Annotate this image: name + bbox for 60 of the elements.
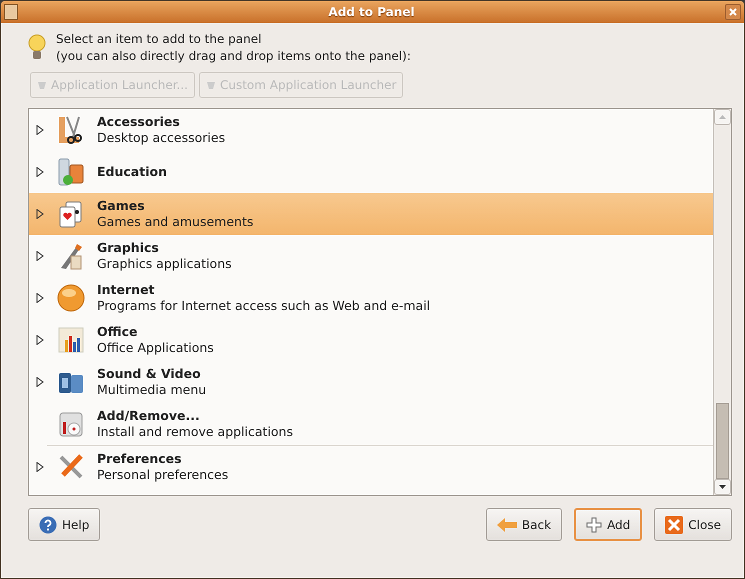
item-description: Personal preferences: [97, 467, 228, 483]
tools-icon: [57, 453, 85, 481]
item-description: Install and remove applications: [97, 424, 293, 440]
list-item[interactable]: Graphics Graphics applications: [29, 235, 713, 277]
item-description: Graphics applications: [97, 256, 232, 272]
scrollbar-thumb[interactable]: [716, 403, 729, 479]
list-item[interactable]: Add/Remove... Install and remove applications: [29, 403, 713, 445]
item-name: Internet: [97, 282, 156, 298]
globe-icon: [56, 283, 86, 313]
software-box-icon: [57, 410, 85, 438]
hint-text: Select an item to add to the panel: [56, 31, 262, 48]
light-bulb-icon: [28, 34, 46, 62]
back-button[interactable]: Back: [486, 508, 562, 541]
item-name: Sound & Video: [97, 366, 202, 382]
item-name: Accessories: [97, 114, 181, 130]
item-description: Desktop accessories: [97, 130, 226, 146]
expander-icon[interactable]: [36, 251, 44, 261]
expander-icon[interactable]: [36, 293, 44, 303]
list-item[interactable]: Internet Programs for Internet access such as Web and e-mail: [29, 277, 713, 319]
hint-text: (you can also directly drag and drop items onto the panel):: [56, 48, 411, 65]
expander-icon[interactable]: [36, 209, 44, 219]
expander-icon[interactable]: [36, 377, 44, 387]
item-name: Games: [97, 198, 146, 214]
expander-icon[interactable]: [36, 167, 44, 177]
item-name: Office: [97, 324, 138, 340]
close-window-button[interactable]: [725, 4, 741, 20]
item-description: Games and amusements: [97, 214, 254, 230]
expander-icon[interactable]: [36, 125, 44, 135]
item-description: Multimedia menu: [97, 382, 206, 398]
list-item[interactable]: Accessories Desktop accessories: [29, 109, 713, 151]
item-name: Education: [97, 164, 167, 180]
expander-icon[interactable]: [36, 462, 44, 472]
lab-beaker-icon: [56, 157, 86, 187]
list-item[interactable]: Office Office Applications: [29, 319, 713, 361]
close-icon: [665, 516, 684, 534]
item-description: Programs for Internet access such as Web and e-mail: [97, 298, 430, 314]
item-name: Add/Remove...: [97, 408, 201, 424]
bar-chart-icon: [57, 326, 85, 354]
item-name: Preferences: [97, 451, 183, 467]
expander-icon[interactable]: [36, 335, 44, 345]
plus-icon: [586, 516, 602, 532]
window-menu-icon[interactable]: [4, 4, 18, 20]
item-description: Office Applications: [97, 340, 214, 356]
item-name: Graphics: [97, 240, 160, 256]
launcher-icon: [206, 80, 216, 90]
list-item[interactable]: Sound & Video Multimedia menu: [29, 361, 713, 403]
window-title: Add to Panel: [327, 5, 416, 19]
add-button[interactable]: Add: [574, 508, 642, 541]
list-item[interactable]: Games Games and amusements: [29, 193, 713, 235]
scroll-down-icon[interactable]: [714, 479, 731, 495]
scrollbar[interactable]: [713, 109, 731, 495]
help-icon: [39, 516, 57, 534]
launcher-icon: [37, 80, 47, 90]
close-button[interactable]: Close: [654, 508, 732, 541]
list-item[interactable]: Education: [29, 151, 713, 193]
close-icon: [728, 7, 738, 17]
help-button[interactable]: Help: [28, 508, 100, 541]
back-arrow-icon: [496, 518, 517, 532]
scissors-ruler-icon: [57, 115, 85, 145]
list-item[interactable]: Preferences Personal preferences: [29, 446, 713, 488]
